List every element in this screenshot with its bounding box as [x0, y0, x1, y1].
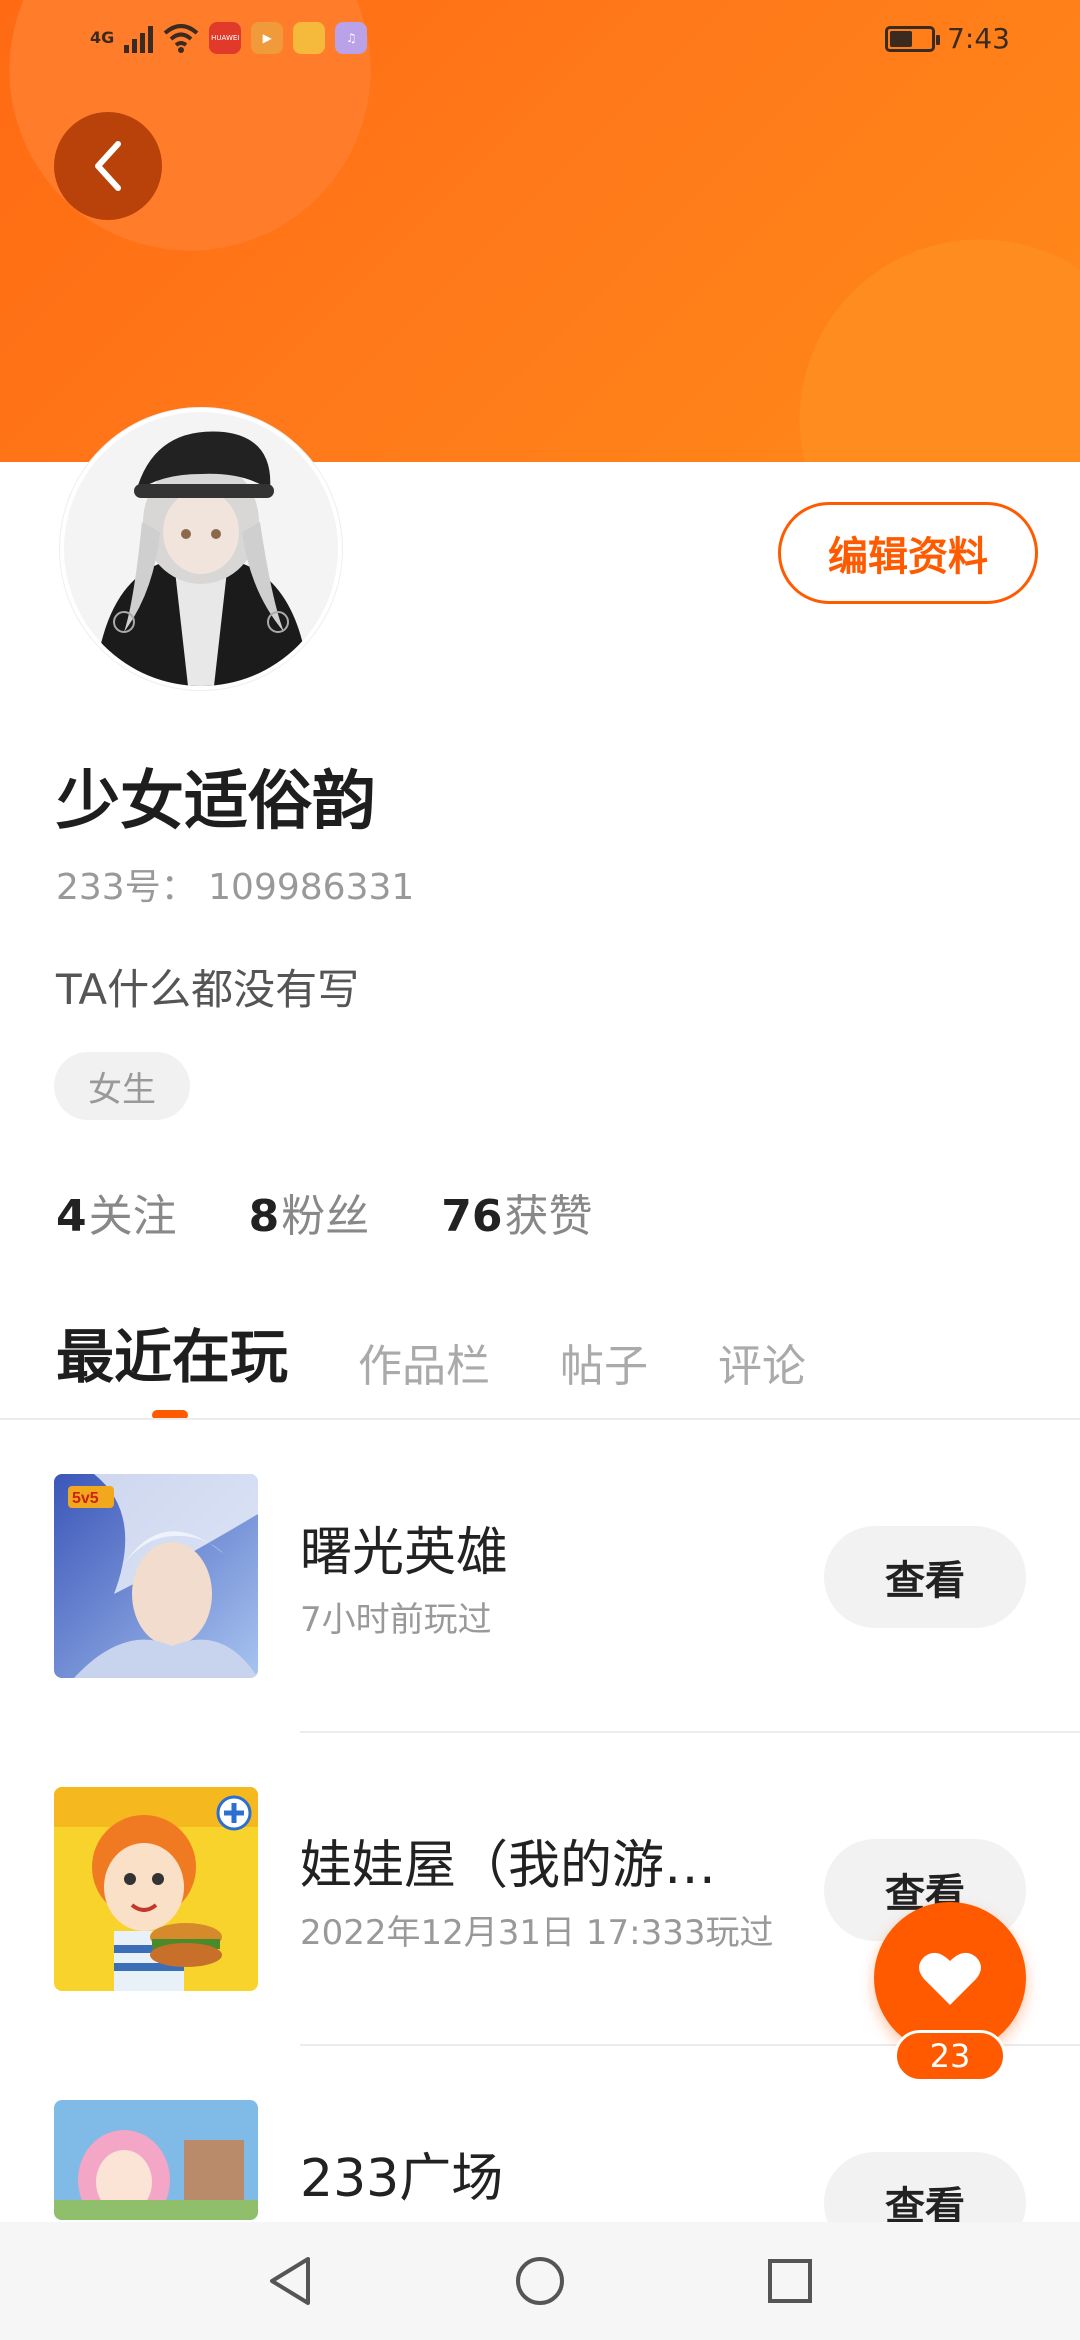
edit-profile-button[interactable]: 编辑资料	[778, 502, 1038, 604]
tab-works[interactable]: 作品栏	[358, 1330, 490, 1394]
battery-icon	[885, 25, 941, 52]
game-icon-dawn-heroes: 5v5	[54, 1474, 258, 1678]
huawei-app-icon: HUAWEI	[209, 22, 242, 54]
game-thumb-art	[54, 1787, 258, 1991]
game-last-played: 7小时前玩过	[300, 1600, 492, 1640]
stat-followers-count: 8	[248, 1191, 280, 1242]
game-icon-doll-house	[54, 1787, 258, 1991]
wifi-icon	[163, 24, 199, 53]
music-app-icon: ♫	[335, 22, 368, 54]
gender-tag: 女生	[54, 1052, 190, 1120]
nav-recents-icon[interactable]	[766, 2257, 814, 2305]
game-name: 曙光英雄	[300, 1523, 509, 1583]
user-id: 233号： 109986331	[56, 867, 415, 908]
photo-app-icon	[293, 22, 326, 54]
stat-likes-label: 获赞	[504, 1191, 593, 1242]
profile-tabs: 最近在玩 作品栏 帖子 评论	[56, 1310, 806, 1394]
game-name: 233广场	[300, 2149, 504, 2209]
game-thumb-art	[54, 2100, 258, 2220]
game-icon-233-plaza	[54, 2100, 258, 2220]
stat-likes[interactable]: 76获赞	[441, 1180, 592, 1244]
battery-level	[890, 30, 913, 47]
back-button[interactable]	[54, 112, 162, 220]
status-bar: 4G HUAWEI ▶ ♫ 7:43	[0, 0, 1080, 84]
game-last-played: 2022年12月31日 17:333玩过	[300, 1913, 774, 1953]
stat-followers-label: 粉丝	[281, 1191, 370, 1242]
clock: 7:43	[947, 22, 1010, 55]
stat-following[interactable]: 4关注	[56, 1180, 177, 1244]
game-list: 5v5 曙光英雄 7小时前玩过 查看 娃娃屋（我的游… 2022年12月31日 …	[0, 1420, 1080, 2340]
stat-followers[interactable]: 8粉丝	[249, 1180, 370, 1244]
nav-back-icon[interactable]	[266, 2255, 314, 2307]
avatar[interactable]	[60, 408, 342, 690]
heart-icon	[919, 1952, 981, 2005]
like-count-badge: 23	[894, 2030, 1006, 2082]
signal-icon	[124, 23, 154, 53]
system-nav-bar	[0, 2222, 1080, 2340]
status-left: 4G HUAWEI ▶ ♫	[90, 22, 368, 54]
svg-text:5v5: 5v5	[72, 1490, 99, 1507]
tab-comments[interactable]: 评论	[718, 1330, 806, 1394]
chevron-left-icon	[95, 141, 121, 191]
stat-following-label: 关注	[88, 1191, 177, 1242]
game-thumb-art: 5v5	[54, 1474, 258, 1678]
stat-likes-count: 76	[441, 1191, 503, 1242]
game-name: 娃娃屋（我的游…	[300, 1836, 717, 1896]
username: 少女适俗韵	[56, 765, 376, 839]
network-type: 4G	[90, 28, 115, 47]
list-item[interactable]: 5v5 曙光英雄 7小时前玩过 查看	[0, 1420, 1080, 1733]
status-right: 7:43	[885, 22, 1010, 55]
video-app-icon: ▶	[251, 22, 284, 54]
tab-recent-played[interactable]: 最近在玩	[56, 1310, 288, 1394]
view-button[interactable]: 查看	[824, 1526, 1026, 1628]
nav-home-icon[interactable]	[514, 2255, 566, 2307]
user-bio: TA什么都没有写	[56, 965, 360, 1014]
tab-posts[interactable]: 帖子	[560, 1330, 648, 1394]
stat-following-count: 4	[56, 1191, 87, 1242]
avatar-image	[64, 412, 338, 686]
profile-stats: 4关注 8粉丝 76获赞	[56, 1180, 592, 1244]
